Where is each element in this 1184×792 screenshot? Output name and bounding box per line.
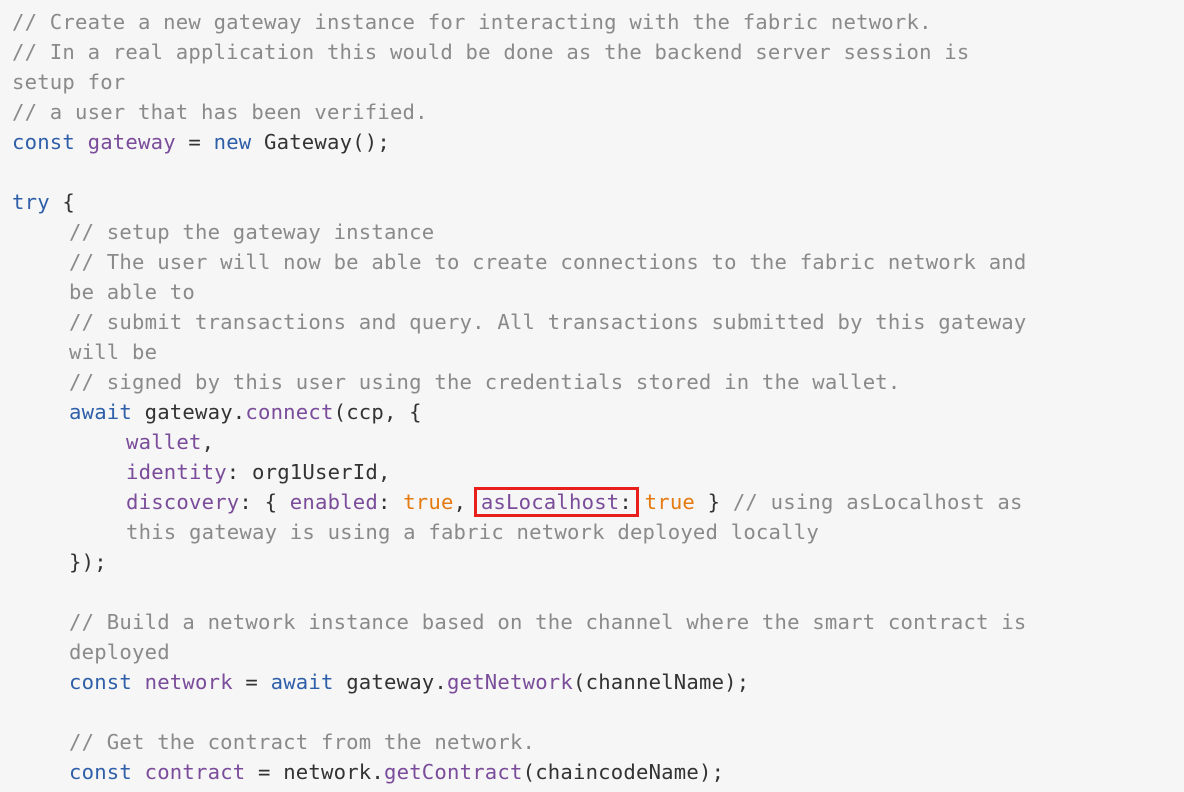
code-line-comment: // a user that has been verified. (12, 100, 428, 124)
keyword-const: const (69, 760, 132, 784)
function-getnetwork: getNetwork (447, 670, 573, 694)
code-line-comment: deployed (69, 640, 170, 664)
code-text: gateway. (132, 400, 246, 424)
code-line-comment: // Get the contract from the network. (69, 730, 536, 754)
keyword-new: new (213, 130, 252, 154)
function-getcontract: getContract (384, 760, 523, 784)
keyword-await: await (270, 670, 334, 694)
code-editor: // Create a new gateway instance for int… (0, 0, 1184, 792)
code-line-close: }); (69, 550, 107, 574)
code-line-comment: // setup the gateway instance (69, 220, 435, 244)
boolean-true: true (403, 490, 454, 514)
code-text: : (619, 490, 633, 514)
keyword-await: await (69, 400, 132, 424)
code-line-comment: be able to (69, 280, 195, 304)
property-wallet: wallet (126, 430, 202, 454)
code-line-comment: // Build a network instance based on the… (69, 610, 1027, 634)
code-text: gateway. (333, 670, 447, 694)
code-text: : (378, 490, 404, 514)
code-text: } (695, 490, 733, 514)
code-line-comment: // In a real application this would be d… (12, 40, 970, 64)
code-line-comment: // submit transactions and query. All tr… (69, 310, 1027, 334)
code-line-wallet: wallet, (12, 427, 1172, 457)
property-discovery: discovery (126, 490, 240, 514)
operator: = (232, 670, 271, 694)
inline-comment: // using asLocalhost as (732, 490, 1023, 514)
function-connect: connect (245, 400, 334, 424)
code-text: = network. (245, 760, 384, 784)
code-text: { (49, 190, 75, 214)
code-text: : org1UserId, (226, 460, 391, 484)
variable-contract: contract (144, 760, 246, 784)
code-text: (channelName); (573, 670, 750, 694)
code-line-contract-decl: const contract = network.getContract(cha… (12, 757, 1172, 787)
property-aslocalhost: asLocalhost (480, 490, 620, 514)
code-line-try: try { (12, 187, 1172, 217)
code-line-discovery: discovery: { enabled: true, asLocalhost:… (12, 487, 1172, 517)
property-enabled: enabled (289, 490, 378, 514)
variable-network: network (144, 670, 233, 694)
code-line-connect: await gateway.connect(ccp, { (12, 397, 1172, 427)
code-text: , (201, 430, 215, 454)
operator: = (175, 130, 214, 154)
code-line-comment: this gateway is using a fabric network d… (126, 520, 819, 544)
code-line-identity: identity: org1UserId, (12, 457, 1172, 487)
keyword-try: try (12, 190, 50, 214)
code-line-gateway-decl: const gateway = new Gateway(); (12, 127, 1172, 157)
code-text: (ccp, { (333, 400, 422, 424)
code-line-comment: // The user will now be able to create c… (69, 250, 1027, 274)
code-text: , (453, 490, 479, 514)
boolean-true: true (644, 490, 696, 514)
code-line-network-decl: const network = await gateway.getNetwork… (12, 667, 1172, 697)
highlight-box: asLocalhost: (473, 487, 640, 517)
code-line-comment: will be (69, 340, 158, 364)
code-line-comment: // signed by this user using the credent… (69, 370, 901, 394)
code-line-comment: setup for (12, 70, 126, 94)
keyword-const: const (12, 130, 75, 154)
code-text: : { (239, 490, 290, 514)
variable-gateway: gateway (87, 130, 176, 154)
code-text: Gateway(); (251, 130, 390, 154)
keyword-const: const (69, 670, 132, 694)
property-identity: identity (126, 460, 227, 484)
code-line-comment: // Create a new gateway instance for int… (12, 10, 932, 34)
code-text: (chaincodeName); (522, 760, 725, 784)
